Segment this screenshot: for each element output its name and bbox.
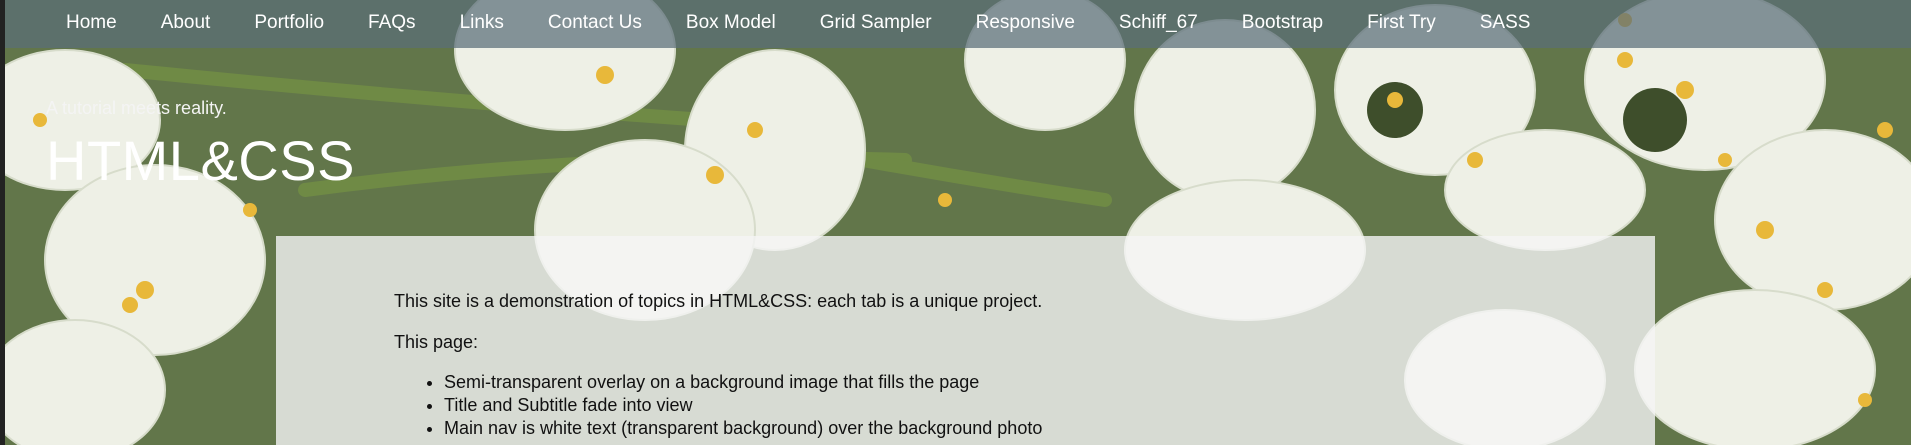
main-nav-list: Home About Portfolio FAQs Links Contact … xyxy=(5,0,1552,48)
page: Home About Portfolio FAQs Links Contact … xyxy=(0,0,1911,445)
nav-item: Home xyxy=(66,12,139,36)
nav-link-portfolio[interactable]: Portfolio xyxy=(232,12,346,36)
nav-link-bootstrap[interactable]: Bootstrap xyxy=(1220,12,1345,36)
main-nav: Home About Portfolio FAQs Links Contact … xyxy=(5,0,1911,48)
nav-item: SASS xyxy=(1458,12,1553,36)
nav-item: Bootstrap xyxy=(1220,12,1345,36)
nav-item: Grid Sampler xyxy=(798,12,954,36)
page-label: This page: xyxy=(394,332,479,352)
site-subtitle: A tutorial meets reality. xyxy=(46,98,227,118)
nav-link-first-try[interactable]: First Try xyxy=(1345,12,1458,36)
nav-item: Portfolio xyxy=(232,12,346,36)
nav-link-sass[interactable]: SASS xyxy=(1458,12,1553,36)
nav-link-box-model[interactable]: Box Model xyxy=(664,12,798,36)
nav-link-home[interactable]: Home xyxy=(66,12,139,36)
nav-item: Box Model xyxy=(664,12,798,36)
nav-link-faqs[interactable]: FAQs xyxy=(346,12,438,36)
site-header: A tutorial meets reality. HTML&CSS xyxy=(46,98,355,189)
nav-link-contact-us[interactable]: Contact Us xyxy=(526,12,664,36)
nav-item: Schiff_67 xyxy=(1097,12,1220,36)
nav-link-schiff-67[interactable]: Schiff_67 xyxy=(1097,12,1220,36)
list-item: Semi-transparent overlay on a background… xyxy=(444,371,1655,394)
site-title: HTML&CSS xyxy=(46,129,355,192)
nav-item: FAQs xyxy=(346,12,438,36)
nav-item: About xyxy=(139,12,233,36)
list-item: Title and Subtitle fade into view xyxy=(444,394,1655,417)
intro-text: This site is a demonstration of topics i… xyxy=(394,291,1043,311)
content-overlay: This site is a demonstration of topics i… xyxy=(276,236,1655,445)
list-item: Main nav is white text (transparent back… xyxy=(444,417,1655,440)
nav-link-responsive[interactable]: Responsive xyxy=(954,12,1097,36)
nav-link-grid-sampler[interactable]: Grid Sampler xyxy=(798,12,954,36)
nav-item: Links xyxy=(438,12,526,36)
nav-link-about[interactable]: About xyxy=(139,12,233,36)
nav-item: Responsive xyxy=(954,12,1097,36)
nav-item: First Try xyxy=(1345,12,1458,36)
nav-link-links[interactable]: Links xyxy=(438,12,526,36)
nav-item: Contact Us xyxy=(526,12,664,36)
feature-list: Semi-transparent overlay on a background… xyxy=(394,371,1655,440)
